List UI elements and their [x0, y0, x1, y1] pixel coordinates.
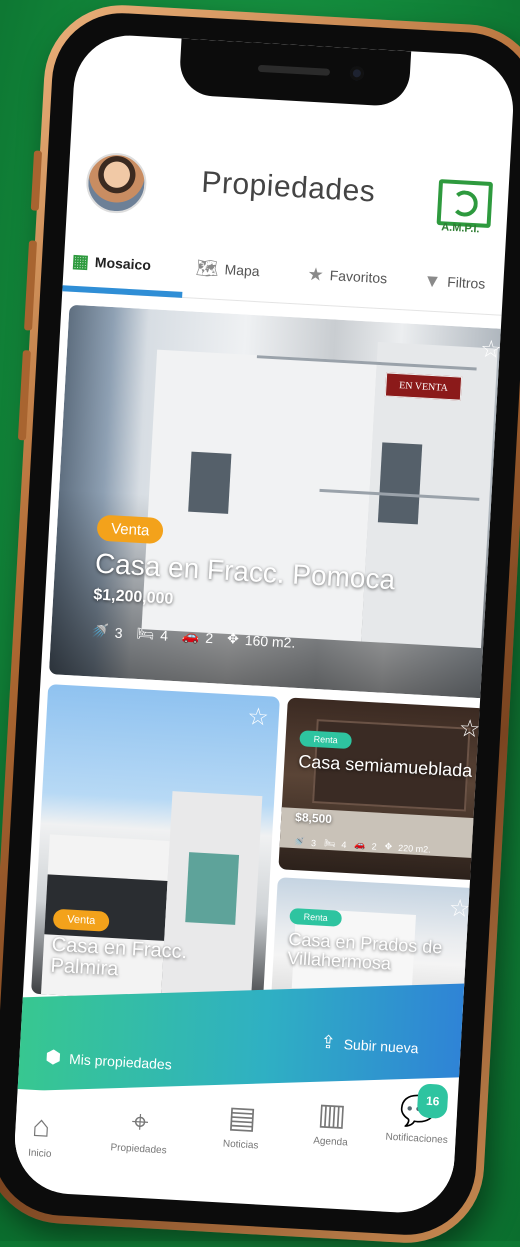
- star-icon: ★: [307, 263, 325, 285]
- spec-baths: 🚿 3: [90, 622, 123, 641]
- newspaper-icon: ▤: [227, 1100, 258, 1136]
- notification-count-badge: 16: [417, 1083, 449, 1119]
- for-sale-sign: EN VENTA: [384, 372, 463, 401]
- listing-card-palmira[interactable]: ☆ Venta Casa en Fracc. Palmira: [31, 684, 280, 1007]
- spec-baths: 🚿 3: [293, 836, 317, 848]
- tab-label: Filtros: [446, 273, 486, 292]
- front-camera: [349, 65, 365, 81]
- window: [188, 451, 232, 514]
- cube-icon: ⬢: [44, 1046, 62, 1068]
- agenda-icon: ▥: [316, 1097, 348, 1133]
- ampi-logo: A.M.P.I.: [432, 179, 494, 238]
- spec-parking: 🚗 2: [181, 627, 214, 646]
- phone-notch: [178, 38, 412, 108]
- side-button: [24, 240, 38, 331]
- spec-beds: 🛏 4: [323, 837, 347, 850]
- phone-bezel: Propiedades A.M.P.I. ▦ Mosaico 🗺 Mapa ★: [0, 9, 520, 1239]
- nav-inicio[interactable]: ⌂ Inicio: [27, 1109, 54, 1160]
- listing-price: $8,500: [294, 810, 333, 827]
- window: [185, 852, 240, 925]
- home-icon: ⌂: [31, 1109, 52, 1144]
- favorite-star-icon[interactable]: ☆: [458, 715, 481, 743]
- spec-beds: 🛏 4: [136, 624, 169, 644]
- area-icon: ✥: [384, 841, 393, 852]
- grid-icon: ▦: [71, 250, 90, 272]
- tab-label: Favoritos: [329, 267, 388, 287]
- spec-parking: 🚗 2: [354, 839, 377, 852]
- car-icon: 🚗: [354, 839, 367, 851]
- phone-frame: Propiedades A.M.P.I. ▦ Mosaico 🗺 Mapa ★: [0, 0, 520, 1247]
- upload-icon: ⇪: [320, 1031, 337, 1053]
- nav-agenda[interactable]: ▥ Agenda: [312, 1097, 350, 1149]
- bed-icon: 🛏: [136, 624, 155, 642]
- nav-label: Noticias: [222, 1138, 259, 1152]
- filter-icon: ▼: [422, 269, 442, 291]
- tab-favoritos[interactable]: ★ Favoritos: [307, 260, 388, 292]
- nav-notificaciones[interactable]: 💬16 Notificaciones: [385, 1083, 450, 1147]
- favorite-star-icon[interactable]: ☆: [448, 895, 471, 923]
- listing-badge: Renta: [299, 730, 353, 750]
- favorite-star-icon[interactable]: ☆: [247, 703, 270, 731]
- nav-label: Agenda: [312, 1135, 348, 1149]
- area-icon: ✥: [226, 629, 240, 647]
- map-icon: 🗺: [195, 257, 220, 279]
- window: [377, 442, 423, 525]
- listing-card-semiamueblada[interactable]: ☆ Renta Casa semiamueblada $8,500 🚿 3 🛏 4 …: [278, 697, 492, 881]
- tab-label: Mapa: [224, 261, 261, 280]
- active-tab-indicator: [62, 285, 183, 298]
- side-button: [30, 150, 43, 211]
- ampi-logo-text: A.M.P.I.: [440, 221, 480, 236]
- nav-propiedades[interactable]: ⌖ Propiedades: [110, 1105, 169, 1157]
- side-button: [17, 350, 31, 441]
- upload-new-label: Subir nueva: [343, 1035, 419, 1056]
- tab-filtros[interactable]: ▼ Filtros: [423, 266, 486, 297]
- speaker-grille: [257, 64, 331, 76]
- car-icon: 🚗: [181, 627, 200, 645]
- nav-label: Propiedades: [110, 1142, 167, 1157]
- building-photo: [44, 874, 168, 941]
- nav-label: Inicio: [27, 1147, 52, 1160]
- nav-label: Notificaciones: [385, 1131, 449, 1147]
- nav-noticias[interactable]: ▤ Noticias: [222, 1100, 261, 1152]
- favorite-star-icon[interactable]: ☆: [479, 336, 502, 364]
- listing-card-main[interactable]: EN VENTA ☆ Venta Casa en Fracc. Pomoca $…: [48, 304, 513, 699]
- my-properties-label: Mis propiedades: [68, 1050, 173, 1073]
- chat-bubble-icon: 💬16: [399, 1083, 449, 1129]
- app-header: Propiedades A.M.P.I.: [66, 128, 511, 252]
- tab-label: Mosaico: [94, 254, 152, 274]
- building-photo: [141, 349, 377, 642]
- tab-mapa[interactable]: 🗺 Mapa: [195, 254, 260, 286]
- location-pin-icon: ⌖: [130, 1105, 150, 1140]
- listing-price: $1,200,000: [92, 586, 174, 608]
- bottom-nav: ⌂ Inicio ⌖ Propiedades ▤ Noticias ▥ Agen…: [12, 1083, 457, 1214]
- app-screen: Propiedades A.M.P.I. ▦ Mosaico 🗺 Mapa ★: [11, 32, 517, 1216]
- bed-icon: 🛏: [323, 837, 336, 849]
- listing-badge: Venta: [96, 514, 165, 545]
- listing-badge: Venta: [52, 908, 110, 932]
- listing-badge: Renta: [289, 907, 343, 927]
- bath-icon: 🚿: [293, 836, 306, 847]
- spec-area: ✥ 160 m2.: [226, 629, 296, 651]
- tab-mosaico[interactable]: ▦ Mosaico: [71, 247, 151, 279]
- bath-icon: 🚿: [90, 622, 110, 640]
